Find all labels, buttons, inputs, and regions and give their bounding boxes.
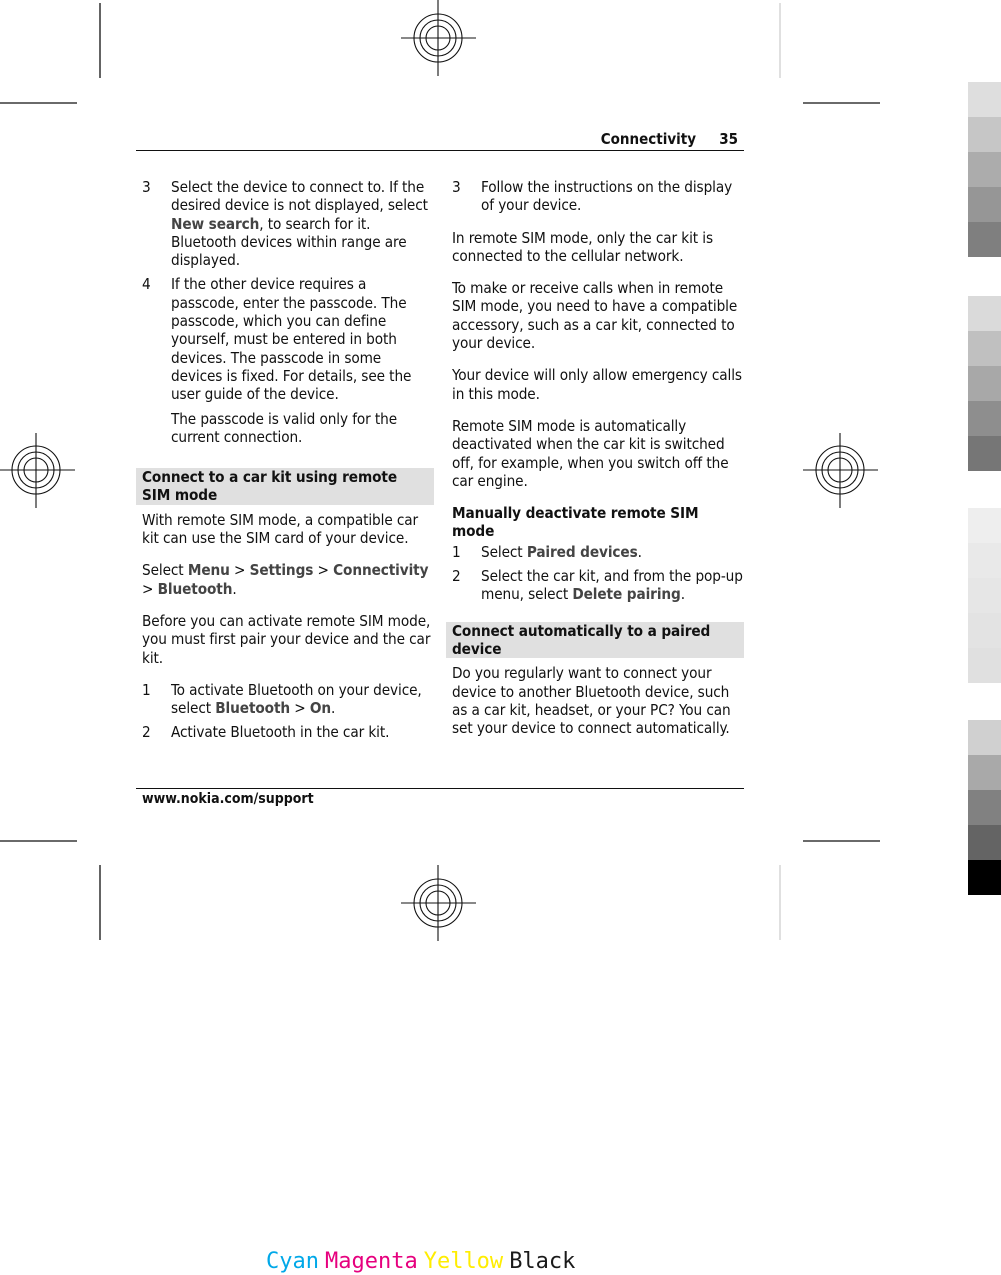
ui-term-paired-devices: Paired devices — [526, 542, 638, 561]
ui-term-delete-pairing: Delete pairing — [572, 585, 681, 604]
paragraph: Do you regularly want to connect your de… — [452, 664, 731, 738]
path-text: Select — [142, 561, 188, 580]
swatch-group-2 — [968, 296, 1001, 471]
step-number: 1 — [452, 542, 461, 561]
swatch — [968, 296, 1001, 331]
step-note: The passcode is valid only for the curre… — [171, 409, 398, 446]
swatch — [968, 82, 1001, 117]
step-text: Select — [481, 542, 527, 561]
step-item: 3 Select the device to connect to. If th… — [142, 178, 434, 269]
ui-term-bluetooth: Bluetooth — [215, 699, 291, 718]
swatch — [968, 331, 1001, 366]
step-text: Follow the instructions on the display o… — [481, 178, 733, 215]
step-text: . — [331, 699, 336, 718]
path-separator: > — [313, 561, 334, 580]
step-text: . — [680, 585, 685, 604]
cmyk-color-bar: Cyan Magenta Yellow Black — [266, 1249, 581, 1274]
right-column: 3 Follow the instructions on the display… — [446, 178, 744, 751]
swatch — [968, 825, 1001, 860]
subheading: Manually deactivate remote SIM mode — [452, 504, 699, 541]
registration-mark-icon — [401, 0, 476, 76]
path-text: . — [232, 579, 237, 598]
left-column: 3 Select the device to connect to. If th… — [136, 178, 434, 748]
registration-mark-icon — [803, 433, 878, 508]
step-item: 1 Select Paired devices. — [452, 543, 744, 561]
swatch-group-1 — [968, 82, 1001, 257]
step-text: Activate Bluetooth in the car kit. — [171, 723, 390, 742]
swatch — [968, 152, 1001, 187]
step-item: 3 Follow the instructions on the display… — [452, 178, 744, 215]
swatch — [968, 578, 1001, 613]
step-text: . — [637, 542, 642, 561]
running-header: Connectivity 35 — [136, 128, 744, 151]
chapter-title: Connectivity — [600, 130, 696, 148]
ui-term-connectivity: Connectivity — [333, 561, 429, 580]
swatch — [968, 401, 1001, 436]
swatch — [968, 790, 1001, 825]
step-text: If the other device requires a passcode,… — [171, 275, 412, 404]
cmyk-label-magenta: Magenta — [324, 1249, 418, 1274]
paragraph: With remote SIM mode, a compatible car k… — [142, 510, 419, 548]
page-footer: www.nokia.com/support — [136, 788, 744, 807]
swatch — [968, 720, 1001, 755]
swatch — [968, 117, 1001, 152]
swatch — [968, 648, 1001, 683]
swatch — [968, 222, 1001, 257]
step-number: 2 — [142, 723, 151, 742]
cmyk-label-black: Black — [509, 1249, 576, 1274]
swatch — [968, 187, 1001, 222]
registration-mark-icon — [401, 865, 476, 941]
page-number: 35 — [719, 130, 738, 148]
step-number: 1 — [142, 680, 151, 699]
path-separator: > — [290, 699, 310, 718]
swatch — [968, 543, 1001, 578]
paragraph: Remote SIM mode is automatically deactiv… — [452, 416, 729, 490]
path-separator: > — [229, 561, 250, 580]
menu-path: Select Menu > Settings > Connectivity > … — [142, 561, 434, 598]
step-item: 2 Activate Bluetooth in the car kit. — [142, 723, 434, 741]
path-separator: > — [142, 579, 158, 598]
registration-mark-icon — [0, 433, 75, 508]
step-text: Select the device to connect to. If the … — [171, 178, 428, 215]
step-number: 3 — [142, 178, 151, 196]
ui-term-new-search: New search — [171, 214, 260, 233]
swatch — [968, 755, 1001, 790]
swatch-group-4 — [968, 720, 1001, 895]
ui-term-menu: Menu — [187, 561, 230, 580]
paragraph: To make or receive calls when in remote … — [452, 279, 738, 353]
step-item: 2 Select the car kit, and from the pop-u… — [452, 567, 744, 604]
step-number: 3 — [452, 178, 461, 196]
paragraph: Before you can activate remote SIM mode,… — [142, 611, 431, 667]
ui-term-settings: Settings — [249, 561, 314, 580]
swatch — [968, 366, 1001, 401]
step-item: 1 To activate Bluetooth on your device, … — [142, 681, 434, 718]
ui-term-bluetooth: Bluetooth — [157, 579, 233, 598]
swatch — [968, 436, 1001, 471]
paragraph: Your device will only allow emergency ca… — [452, 366, 742, 403]
swatch — [968, 508, 1001, 543]
cmyk-label-cyan: Cyan — [266, 1249, 319, 1274]
cmyk-label-yellow: Yellow — [423, 1249, 504, 1274]
paragraph: In remote SIM mode, only the car kit is … — [452, 228, 714, 265]
step-number: 2 — [452, 567, 461, 586]
step-number: 4 — [142, 275, 151, 294]
section-heading: Connect to a car kit using remote SIM mo… — [136, 468, 434, 505]
ui-term-on: On — [309, 699, 331, 718]
swatch — [968, 860, 1001, 895]
support-url: www.nokia.com/support — [142, 791, 314, 807]
swatch-group-3 — [968, 508, 1001, 683]
section-heading: Connect automatically to a paired device — [446, 621, 744, 659]
step-item: 4 If the other device requires a passcod… — [142, 275, 434, 446]
swatch — [968, 613, 1001, 648]
